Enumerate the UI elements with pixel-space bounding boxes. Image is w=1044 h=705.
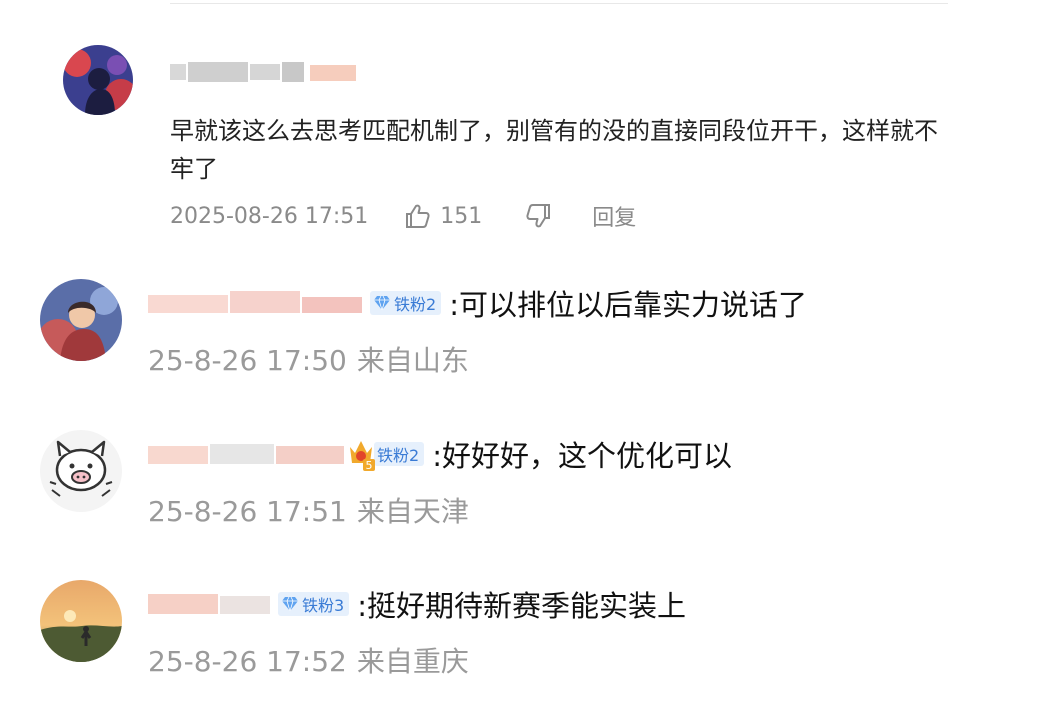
reply-location: 来自重庆 [356,645,469,678]
reply-header: 铁粉3 :挺好期待新赛季能实装上 [148,584,686,624]
reply-time: 25-8-26 17:52 [148,645,347,678]
fan-badge-label: 铁粉2 [394,295,437,314]
like-count: 151 [440,203,483,229]
reply-header: 铁粉2 :可以排位以后靠实力说话了 [148,283,807,323]
like-button[interactable]: 151 [404,203,482,229]
fan-badge-label: 铁粉3 [302,596,345,615]
avatar[interactable] [40,279,122,361]
avatar[interactable] [63,45,133,115]
fan-badge[interactable]: 铁粉2 [370,291,442,315]
fan-badge[interactable]: 铁粉3 [278,592,350,616]
reply-time: 25-8-26 17:50 [148,344,347,377]
comment-text: 早就该这么去思考匹配机制了，别管有的没的直接同段位开干，这样就不牢了 [170,117,938,183]
reply-text: :好好好，这个优化可以 [432,439,732,473]
reply-item: 铁粉3 :挺好期待新赛季能实装上 25-8-26 17:52 来自重庆 [0,580,1044,690]
reply-text: :挺好期待新赛季能实装上 [357,589,686,623]
username-blurred[interactable] [148,590,272,618]
thumbs-up-icon [406,204,430,228]
diamond-icon [374,295,390,311]
diamond-icon [282,596,298,612]
username-blurred[interactable] [148,289,364,317]
avatar[interactable] [40,580,122,662]
reply-location: 来自天津 [356,495,469,528]
username-blurred[interactable] [148,440,346,468]
comment-time: 2025-08-26 17:51 [170,203,369,229]
avatar[interactable] [40,430,122,512]
comment-meta: 2025-08-26 17:51 151 回复 [170,198,636,234]
reply-location: 来自山东 [356,344,469,377]
fan-badge-label: 铁粉2 [377,446,420,465]
reply-meta: 25-8-26 17:51 来自天津 [148,490,469,530]
reply-item: 铁粉2 :可以排位以后靠实力说话了 25-8-26 17:50 来自山东 [0,279,1044,389]
crown-level: 5 [366,459,373,471]
reply-header: 5 铁粉2 :好好好，这个优化可以 [148,434,732,474]
top-divider [170,3,948,4]
username-blurred[interactable] [170,60,360,84]
reply-meta: 25-8-26 17:52 来自重庆 [148,640,469,680]
reply-time: 25-8-26 17:51 [148,495,347,528]
fan-badge[interactable]: 铁粉2 [374,442,425,466]
reply-item: 5 铁粉2 :好好好，这个优化可以 25-8-26 17:51 来自天津 [0,430,1044,540]
reply-button[interactable]: 回复 [592,200,636,232]
dislike-button[interactable] [526,203,552,229]
crown-icon: 5 [346,437,376,472]
reply-meta: 25-8-26 17:50 来自山东 [148,339,469,379]
thumbs-down-icon [526,204,551,228]
reply-text: :可以排位以后靠实力说话了 [449,288,807,322]
